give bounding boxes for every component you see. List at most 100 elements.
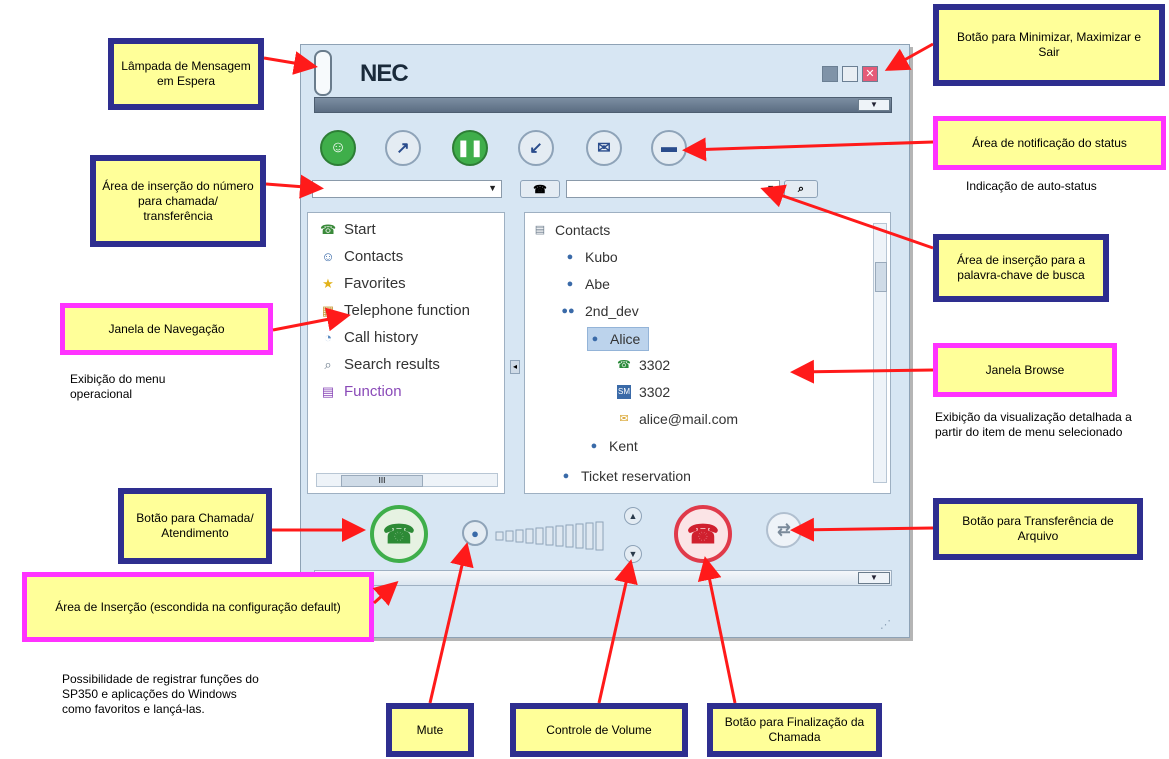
nav-item-search-results[interactable]: ⌕ Search results: [320, 354, 440, 376]
nav-item-call-history[interactable]: ◔ Call history: [320, 327, 418, 349]
address-book-icon: ▤: [534, 224, 546, 236]
nav-item-telephone-function[interactable]: ▦ Telephone function: [320, 300, 470, 322]
volume-up-button[interactable]: ▲: [624, 507, 642, 525]
callout-message-lamp: Lâmpada de Mensagem em Espera: [108, 38, 264, 110]
person-icon: ●: [590, 440, 598, 452]
top-bar-dropdown[interactable]: ▼: [858, 99, 890, 111]
tree-item-ticket-reservation[interactable]: ● Ticket reservation: [559, 465, 691, 487]
tree-item-abe[interactable]: ● Abe: [563, 273, 610, 295]
browse-pane: ▤ Contacts ● Kubo ● Abe ●● 2nd_dev ● Alice ☎ 3…: [524, 212, 891, 494]
mail-status-icon[interactable]: ▬: [651, 130, 687, 166]
end-call-button[interactable]: ☎: [674, 505, 732, 563]
navigation-pane: ☎ Start ☺ Contacts ★ Favorites ▦ Telephone f…: [307, 212, 505, 494]
callout-minimize-maximize-exit: Botão para Minimizar, Maximizar e Sair: [933, 4, 1165, 86]
resize-grip-icon[interactable]: ⋰: [880, 618, 898, 632]
callout-volume-control: Controle de Volume: [510, 703, 688, 757]
callout-end-call: Botão para Finalização da Chamada: [707, 703, 882, 757]
start-icon: ☎: [320, 222, 337, 237]
callout-browse-window: Janela Browse: [933, 343, 1117, 397]
tree-item-alice[interactable]: ● Alice: [587, 327, 650, 351]
nav-horizontal-scrollbar[interactable]: III: [316, 473, 498, 487]
search-button[interactable]: ⌕: [784, 180, 818, 198]
function-icon: ▤: [321, 384, 335, 399]
nav-item-label: Favorites: [344, 275, 406, 292]
nav-item-start[interactable]: ☎ Start: [320, 219, 376, 241]
search-input[interactable]: ▼: [566, 180, 780, 198]
tree-label: Abe: [585, 276, 610, 292]
callout-navigation-window: Janela de Navegação: [60, 303, 273, 355]
person-icon: ●: [566, 251, 574, 263]
browse-vertical-scrollbar[interactable]: [873, 223, 887, 483]
tree-label: 3302: [639, 357, 671, 373]
callout-call-answer: Botão para Chamada/ Atendimento: [118, 488, 272, 564]
presence-status-icon[interactable]: ☺: [320, 130, 356, 166]
note-nav-description: Exibição do menu operacional: [70, 372, 166, 401]
dial-button[interactable]: ☎: [520, 180, 560, 198]
insertion-area-bar[interactable]: [314, 570, 892, 586]
tree-item-email[interactable]: ✉ alice@mail.com: [617, 408, 738, 430]
callout-insertion-area: Área de Inserção (escondida na configura…: [22, 572, 374, 642]
callout-status-area: Área de notificação do status: [933, 116, 1166, 170]
tree-label: 3302: [639, 384, 671, 400]
envelope-icon: ✉: [619, 413, 629, 425]
hold-status-icon[interactable]: ❚❚: [452, 130, 488, 166]
minimize-button[interactable]: [822, 66, 838, 82]
pane-collapse-handle[interactable]: ◂: [510, 360, 520, 374]
volume-down-button[interactable]: ▼: [624, 545, 642, 563]
file-transfer-button[interactable]: ⇄: [766, 512, 802, 548]
close-button[interactable]: ✕: [862, 66, 878, 82]
tree-item-phone[interactable]: ☎ 3302: [617, 354, 670, 376]
note-insertion-description: Possibilidade de registrar funções do SP…: [62, 672, 259, 716]
tree-label: Alice: [610, 331, 641, 347]
tree-label: 2nd_dev: [585, 303, 639, 319]
tree-label: Contacts: [555, 222, 611, 238]
callout-number-input: Área de inserção do número para chamada/…: [90, 155, 266, 247]
volume-level-bars[interactable]: [494, 508, 624, 556]
nav-item-contacts[interactable]: ☺ Contacts: [320, 246, 403, 268]
callout-mute: Mute: [386, 703, 474, 757]
star-icon: ★: [322, 276, 334, 291]
sms-icon: SM: [617, 385, 631, 399]
mute-microphone-button[interactable]: ●: [462, 520, 488, 546]
nav-item-label: Contacts: [344, 248, 404, 265]
nav-item-label: Start: [344, 221, 376, 238]
number-dropdown-icon[interactable]: ▼: [488, 183, 497, 193]
note-auto-status: Indicação de auto-status: [966, 179, 1097, 193]
telephone-function-icon: ▦: [321, 303, 335, 318]
maximize-button[interactable]: [842, 66, 858, 82]
note-browse-description: Exibição da visualização detalhada a par…: [935, 410, 1132, 439]
nav-item-function[interactable]: ▤ Function: [320, 381, 402, 403]
tree-label: Kent: [609, 438, 638, 454]
tree-item-kubo[interactable]: ● Kubo: [563, 246, 618, 268]
tree-item-2nd-dev[interactable]: ●● 2nd_dev: [559, 300, 639, 322]
nav-item-favorites[interactable]: ★ Favorites: [320, 273, 406, 295]
nav-scroll-thumb[interactable]: III: [341, 475, 423, 487]
nav-item-label: Search results: [344, 356, 440, 373]
search-results-icon: ⌕: [324, 357, 332, 372]
browse-scroll-thumb[interactable]: [875, 262, 887, 292]
message-status-icon[interactable]: ✉: [586, 130, 622, 166]
number-input[interactable]: ▼: [312, 180, 502, 198]
message-waiting-lamp: [314, 50, 332, 96]
group-icon: ●●: [561, 305, 575, 317]
title-bar-strip: [314, 97, 892, 113]
tree-item-sms[interactable]: SM 3302: [617, 381, 670, 403]
callout-file-transfer: Botão para Transferência de Arquivo: [933, 498, 1143, 560]
person-icon: ●: [591, 333, 599, 345]
tree-item-kent[interactable]: ● Kent: [587, 435, 638, 457]
nav-item-label: Call history: [344, 329, 419, 346]
incoming-call-icon[interactable]: ↙: [518, 130, 554, 166]
person-icon: ●: [562, 470, 570, 482]
tree-root-contacts[interactable]: ▤ Contacts: [533, 219, 610, 241]
nav-item-label: Telephone function: [344, 302, 470, 319]
search-dropdown-icon[interactable]: ▼: [766, 183, 775, 193]
outgoing-call-icon[interactable]: ↗: [385, 130, 421, 166]
call-history-icon: ◔: [324, 330, 332, 345]
tree-label: alice@mail.com: [639, 411, 739, 427]
contacts-icon: ☺: [321, 249, 335, 264]
call-answer-button[interactable]: ☎: [370, 505, 428, 563]
nec-logo: NEC: [360, 60, 409, 87]
person-icon: ●: [566, 278, 574, 290]
nav-item-label: Function: [344, 383, 402, 400]
insertion-area-dropdown[interactable]: ▼: [858, 572, 890, 584]
